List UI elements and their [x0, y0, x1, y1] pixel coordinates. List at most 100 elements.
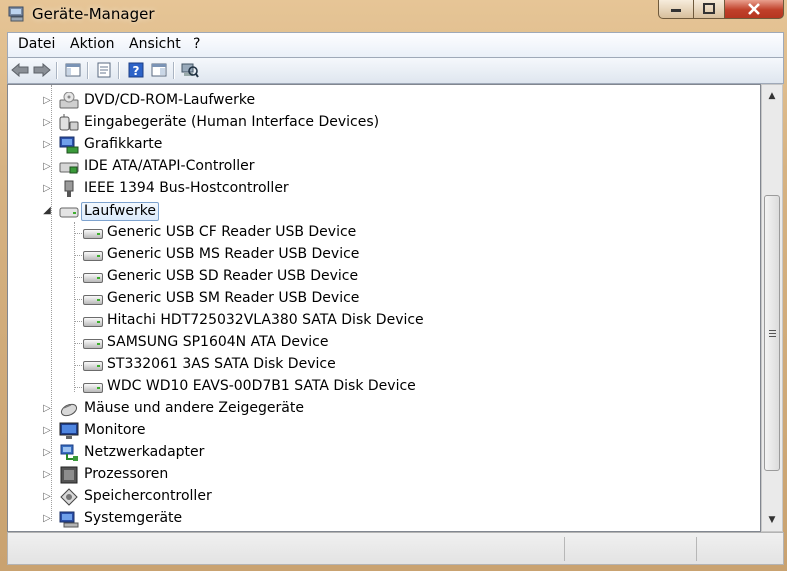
- tree-node-dvd-cdrom[interactable]: ▷ DVD/CD-ROM-Laufwerke: [8, 90, 758, 112]
- vertical-scrollbar[interactable]: ▲ ▼: [761, 84, 783, 532]
- forward-arrow-icon: [33, 63, 51, 77]
- scan-hardware-icon: [181, 63, 199, 78]
- tree-node-device[interactable]: Generic USB SM Reader USB Device: [8, 288, 758, 310]
- tree-node-graphics[interactable]: ▷ Grafikkarte: [8, 134, 758, 156]
- tree-node-laufwerke[interactable]: ◢ Laufwerke: [8, 200, 758, 222]
- expand-arrow-icon[interactable]: ▷: [42, 403, 52, 415]
- close-icon: [748, 3, 760, 15]
- tree-node-processors[interactable]: ▷ Prozessoren: [8, 464, 758, 486]
- tree-node-network[interactable]: ▷ Netzwerkadapter: [8, 442, 758, 464]
- status-panel: [696, 537, 784, 561]
- disk-drive-icon: [59, 207, 79, 218]
- tree-node-mice[interactable]: ▷ Mäuse und andere Zeigegeräte: [8, 398, 758, 420]
- help-icon: ?: [128, 62, 144, 78]
- expand-arrow-icon[interactable]: ▷: [42, 425, 52, 437]
- expand-arrow-icon[interactable]: ▷: [42, 95, 52, 107]
- tree-node-device[interactable]: SAMSUNG SP1604N ATA Device: [8, 332, 758, 354]
- tree-node-input-devices[interactable]: ▷ Eingabegeräte (Human Interface Devices…: [8, 112, 758, 134]
- properties-button[interactable]: [94, 60, 114, 80]
- tree-node-ieee1394[interactable]: ▷ IEEE 1394 Bus-Hostcontroller: [8, 178, 758, 200]
- maximize-button[interactable]: [693, 0, 725, 19]
- network-adapter-icon: [60, 444, 78, 461]
- maximize-icon: [703, 3, 715, 14]
- expand-arrow-icon[interactable]: ▷: [42, 469, 52, 481]
- grip-icon: [768, 329, 776, 337]
- disk-drive-icon: [83, 317, 103, 327]
- menu-ansicht[interactable]: Ansicht: [125, 36, 185, 52]
- expand-arrow-icon[interactable]: ▷: [42, 117, 52, 129]
- menu-aktion[interactable]: Aktion: [66, 36, 119, 52]
- help-button[interactable]: ?: [126, 60, 146, 80]
- disk-drive-icon: [83, 339, 103, 349]
- disk-drive-icon: [83, 295, 103, 305]
- expand-arrow-icon[interactable]: ▷: [42, 447, 52, 459]
- storage-controller-icon: [60, 488, 78, 506]
- scroll-up-button[interactable]: ▲: [762, 87, 782, 105]
- status-bar: [7, 532, 784, 565]
- tree-node-device[interactable]: Generic USB MS Reader USB Device: [8, 244, 758, 266]
- action-pane-icon: [151, 63, 167, 77]
- scroll-down-icon: ▼: [768, 515, 776, 525]
- ide-controller-icon: [59, 162, 79, 174]
- expand-arrow-icon[interactable]: ▷: [42, 139, 52, 151]
- expand-arrow-icon[interactable]: ▷: [42, 491, 52, 503]
- firewire-icon: [64, 180, 74, 197]
- tree-node-label: SAMSUNG SP1604N ATA Device: [107, 334, 329, 350]
- tree-node-device[interactable]: Generic USB CF Reader USB Device: [8, 222, 758, 244]
- display-adapter-icon: [59, 136, 79, 154]
- tree-node-label: Generic USB CF Reader USB Device: [107, 224, 357, 240]
- device-manager-icon: [8, 6, 24, 22]
- svg-text:?: ?: [133, 64, 140, 78]
- tree-node-label: Generic USB SM Reader USB Device: [107, 290, 360, 306]
- tree-node-ide-controller[interactable]: ▷ IDE ATA/ATAPI-Controller: [8, 156, 758, 178]
- device-manager-window: Geräte-Manager Datei Aktion Ansicht ? ? …: [0, 0, 787, 571]
- disk-drive-icon: [83, 383, 103, 393]
- show-hide-console-tree-button[interactable]: [63, 60, 83, 80]
- back-button[interactable]: [10, 60, 30, 80]
- tree-node-label: Systemgeräte: [84, 510, 183, 526]
- action-pane-button[interactable]: [149, 60, 169, 80]
- close-button[interactable]: [724, 0, 784, 19]
- window-title: Geräte-Manager: [32, 5, 155, 23]
- tree-node-device[interactable]: Generic USB SD Reader USB Device: [8, 266, 758, 288]
- system-devices-icon: [59, 511, 79, 528]
- tree-node-label: Mäuse und andere Zeigegeräte: [84, 400, 304, 416]
- processor-icon: [60, 466, 78, 484]
- properties-icon: [97, 62, 111, 78]
- disk-drive-icon: [83, 229, 103, 239]
- collapse-arrow-icon[interactable]: ◢: [42, 205, 52, 217]
- expand-arrow-icon[interactable]: ▷: [42, 513, 52, 525]
- menu-datei[interactable]: Datei: [14, 36, 59, 52]
- tree-node-monitors[interactable]: ▷ Monitore: [8, 420, 758, 442]
- console-tree-icon: [65, 63, 81, 77]
- tree-node-label: Hitachi HDT725032VLA380 SATA Disk Device: [107, 312, 424, 328]
- tree-node-label: Generic USB MS Reader USB Device: [107, 246, 360, 262]
- title-bar[interactable]: Geräte-Manager: [0, 0, 787, 30]
- forward-button[interactable]: [32, 60, 52, 80]
- tree-node-system-devices[interactable]: ▷ Systemgeräte: [8, 508, 758, 530]
- tree-node-label: Speichercontroller: [84, 488, 212, 504]
- tree-node-device[interactable]: WDC WD10 EAVS-00D7B1 SATA Disk Device: [8, 376, 758, 398]
- monitor-icon: [59, 422, 79, 439]
- tree-node-storage-controller[interactable]: ▷ Speichercontroller: [8, 486, 758, 508]
- scroll-thumb[interactable]: [764, 195, 780, 471]
- status-panel: [564, 537, 695, 561]
- tree-node-device[interactable]: ST332061 3AS SATA Disk Device: [8, 354, 758, 376]
- menu-help[interactable]: ?: [189, 36, 204, 52]
- scan-hardware-button[interactable]: [180, 60, 200, 80]
- tree-node-label: Monitore: [84, 422, 146, 438]
- back-arrow-icon: [11, 63, 29, 77]
- disk-drive-icon: [83, 361, 103, 371]
- expand-arrow-icon[interactable]: ▷: [42, 183, 52, 195]
- device-tree[interactable]: ▷ DVD/CD-ROM-Laufwerke ▷ Eingabegeräte (…: [7, 84, 761, 532]
- disk-drive-icon: [83, 273, 103, 283]
- mouse-icon: [60, 403, 78, 417]
- scroll-up-icon: ▲: [768, 91, 776, 101]
- scroll-down-button[interactable]: ▼: [762, 511, 782, 529]
- tree-node-device[interactable]: Hitachi HDT725032VLA380 SATA Disk Device: [8, 310, 758, 332]
- tree-node-label: Generic USB SD Reader USB Device: [107, 268, 359, 284]
- expand-arrow-icon[interactable]: ▷: [42, 161, 52, 173]
- minimize-button[interactable]: [658, 0, 694, 19]
- tree-node-label: Eingabegeräte (Human Interface Devices): [84, 114, 380, 130]
- tree-node-label: Netzwerkadapter: [84, 444, 205, 460]
